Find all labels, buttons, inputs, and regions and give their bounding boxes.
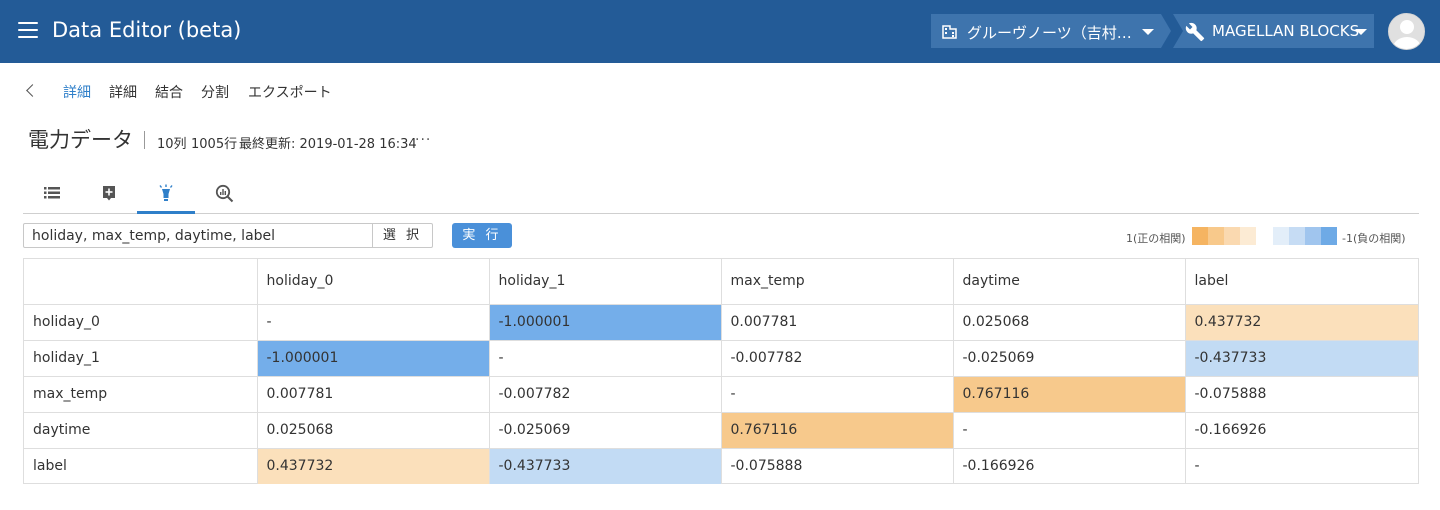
row-label: daytime: [24, 411, 258, 449]
table-row: label 0.437732 -0.437733 -0.075888 -0.166926…: [24, 447, 1418, 484]
legend-positive-scale: [1192, 227, 1256, 245]
legend-negative-swatch: [1305, 227, 1321, 245]
row-label: label: [24, 447, 258, 484]
correlation-cell: -1.000001: [488, 303, 722, 341]
correlation-cell: 0.437732: [1184, 303, 1418, 341]
tab-add-column[interactable]: [80, 175, 138, 214]
wrench-icon: [1185, 22, 1205, 42]
row-label: holiday_1: [24, 339, 258, 377]
correlation-cell: -: [1184, 447, 1418, 484]
tab-table-view[interactable]: [23, 175, 81, 214]
table-row: max_temp 0.007781 -0.007782-0.767116 -0.075…: [24, 375, 1418, 413]
project-label: MAGELLAN BLOCKS: [1212, 22, 1360, 40]
list-icon: [44, 187, 60, 199]
more-horizontal-icon[interactable]: ···: [415, 132, 431, 148]
legend-positive-swatch: [1224, 227, 1240, 245]
column-select-input[interactable]: [23, 223, 373, 248]
chevron-down-icon: [1142, 29, 1154, 35]
chevron-down-icon: [1355, 29, 1367, 35]
correlation-cell: -: [488, 339, 722, 377]
legend-positive-label: 1(正の相関): [1126, 232, 1186, 245]
correlation-cell: -: [720, 375, 954, 413]
dataset-title: 電力データ: [28, 128, 133, 152]
row-label: holiday_0: [24, 303, 258, 341]
correlation-cell: -: [256, 303, 490, 341]
correlation-cell: 0.437732: [256, 447, 490, 484]
table-row: holiday_1 -1.000001- -0.007782 -0.025069 -0.…: [24, 339, 1418, 377]
legend-negative-swatch: [1273, 227, 1289, 245]
correlation-cell: -0.007782: [488, 375, 722, 413]
table-row: holiday_0- -1.000001 0.007781 0.025068 0.437…: [24, 303, 1418, 341]
correlation-cell: -0.075888: [720, 447, 954, 484]
app-bar: Data Editor (beta) グルーヴノーツ（吉村… MAGELLAN …: [0, 0, 1440, 63]
title-divider: [144, 131, 145, 149]
app-title: Data Editor (beta): [52, 18, 242, 42]
correlation-cell: -0.025069: [952, 339, 1186, 377]
tab-correlation[interactable]: [137, 175, 195, 214]
column-header: holiday_0: [256, 259, 490, 305]
column-header: daytime: [952, 259, 1186, 305]
correlation-cell: -0.437733: [1184, 339, 1418, 377]
organization-select[interactable]: グルーヴノーツ（吉村…: [931, 14, 1171, 48]
correlation-cell: -0.166926: [952, 447, 1186, 484]
project-select[interactable]: MAGELLAN BLOCKS: [1173, 14, 1374, 48]
subnav-detail[interactable]: 詳細: [109, 82, 137, 102]
column-count: 10列: [157, 137, 187, 152]
correlation-cell: 0.767116: [952, 375, 1186, 413]
correlation-cell: 0.025068: [256, 411, 490, 449]
correlation-cell: 0.007781: [256, 375, 490, 413]
menu-icon[interactable]: [18, 22, 38, 40]
legend-positive-swatch: [1240, 227, 1256, 245]
analytics-search-icon: [215, 184, 234, 203]
column-header: max_temp: [720, 259, 954, 305]
user-avatar[interactable]: [1388, 13, 1425, 50]
correlation-cell: -0.437733: [488, 447, 722, 484]
last-updated: 最終更新: 2019-01-28 16:34: [239, 137, 417, 152]
row-count: 1005行: [191, 137, 238, 152]
correlation-cell: 0.767116: [720, 411, 954, 449]
subnav-split[interactable]: 分割: [201, 82, 229, 102]
correlation-cell: -0.166926: [1184, 411, 1418, 449]
correlation-table: holiday_0 holiday_1 max_temp daytime label h…: [23, 258, 1419, 484]
legend-negative-scale: [1273, 227, 1337, 245]
back-arrow-icon[interactable]: [26, 84, 39, 97]
add-box-icon: [103, 186, 115, 201]
sub-navigation: 詳細 詳細 結合 分割 エクスポート: [0, 78, 600, 106]
legend-negative-swatch: [1289, 227, 1305, 245]
column-header: label: [1184, 259, 1418, 305]
subnav-export[interactable]: エクスポート: [248, 82, 332, 102]
run-button[interactable]: 実 行: [452, 223, 512, 248]
column-header: holiday_1: [488, 259, 722, 305]
header-corner-cell: [24, 259, 258, 305]
correlation-cell: -0.025069: [488, 411, 722, 449]
select-columns-button[interactable]: 選 択: [372, 223, 433, 248]
table-row: daytime 0.025068 -0.025069 0.767116- -0.1669…: [24, 411, 1418, 449]
correlation-cell: 0.007781: [720, 303, 954, 341]
table-header-row: holiday_0 holiday_1 max_temp daytime label: [24, 259, 1418, 305]
tab-analysis[interactable]: [195, 175, 253, 214]
legend-negative-swatch: [1321, 227, 1337, 245]
row-label: max_temp: [24, 375, 258, 413]
correlation-cell: -1.000001: [256, 339, 490, 377]
subnav-detail-active[interactable]: 詳細: [63, 82, 91, 102]
correlation-cell: -0.007782: [720, 339, 954, 377]
legend-positive-swatch: [1192, 227, 1208, 245]
subnav-join[interactable]: 結合: [155, 82, 183, 102]
legend-positive-swatch: [1208, 227, 1224, 245]
view-tabs: [23, 175, 1419, 214]
organization-label: グルーヴノーツ（吉村…: [967, 24, 1132, 42]
correlation-cell: -0.075888: [1184, 375, 1418, 413]
correlation-icon: [159, 184, 173, 201]
correlation-cell: 0.025068: [952, 303, 1186, 341]
legend-negative-label: -1(負の相関): [1342, 232, 1406, 245]
building-icon: [942, 25, 957, 39]
correlation-cell: -: [952, 411, 1186, 449]
